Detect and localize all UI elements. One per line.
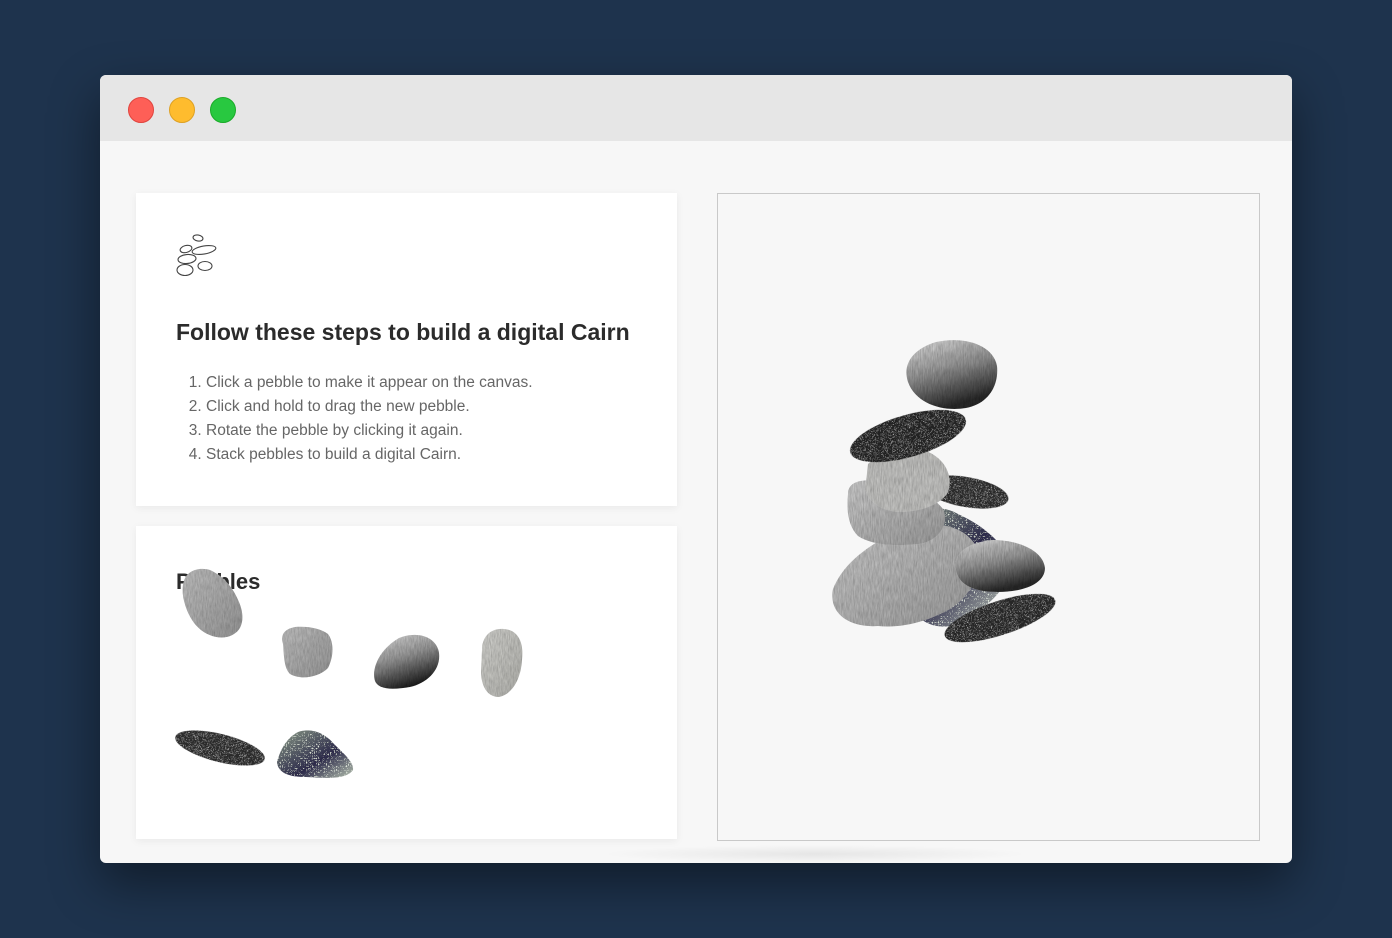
cairn-canvas[interactable]	[717, 193, 1260, 841]
pebble-mossy[interactable]	[277, 730, 354, 778]
minimize-button[interactable]	[169, 97, 195, 123]
app-window: Follow these steps to build a digital Ca…	[100, 75, 1292, 863]
steps-list: Click a pebble to make it appear on the …	[206, 371, 533, 467]
pebble-palette	[172, 568, 523, 778]
pebbles-card: Pebbles	[136, 526, 677, 839]
pebble-grey-flat[interactable]	[282, 626, 333, 678]
pebble-pale-oval[interactable]	[481, 628, 523, 697]
close-button[interactable]	[128, 97, 154, 123]
pebble-dark-gradient[interactable]	[374, 634, 440, 689]
step-2: Click and hold to drag the new pebble.	[206, 395, 533, 419]
title-bar	[100, 75, 1292, 141]
step-3: Rotate the pebble by clicking it again.	[206, 419, 533, 443]
cairn-stack	[832, 340, 1056, 643]
pebbles-icon	[176, 234, 217, 277]
maximize-button[interactable]	[210, 97, 236, 123]
instructions-title: Follow these steps to build a digital Ca…	[176, 319, 630, 345]
step-1: Click a pebble to make it appear on the …	[206, 371, 533, 395]
canvas-shadow	[600, 845, 1030, 863]
cairn-pebble-top[interactable]	[906, 340, 998, 409]
pebble-speckled-long[interactable]	[172, 723, 268, 772]
pebble-grey-angular[interactable]	[182, 568, 243, 638]
cairn-pebble-dark-right[interactable]	[955, 540, 1045, 592]
instructions-card: Follow these steps to build a digital Ca…	[136, 193, 677, 506]
step-4: Stack pebbles to build a digital Cairn.	[206, 443, 533, 467]
